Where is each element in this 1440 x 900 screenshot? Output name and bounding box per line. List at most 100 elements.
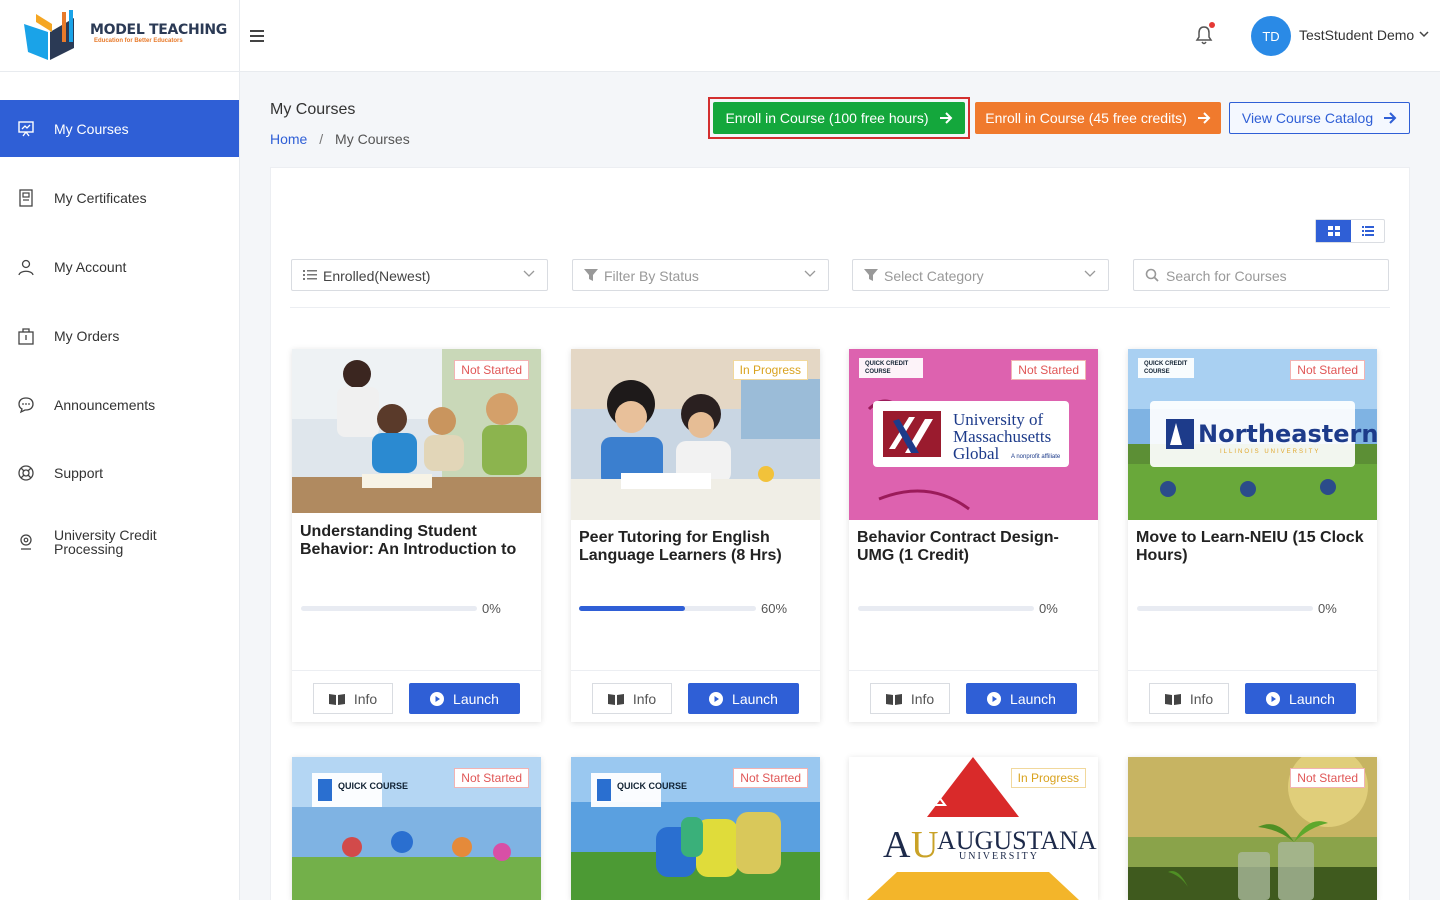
brand-logo[interactable]: MODEL TEACHING Education for Better Educ… bbox=[0, 0, 240, 72]
course-card[interactable]: University of Massachusetts Global A non… bbox=[849, 349, 1098, 722]
sidebar-item-university-credit-processing[interactable]: University Credit Processing bbox=[0, 513, 239, 570]
course-card[interactable]: QUICK COURSE Not Started bbox=[292, 757, 541, 900]
status-badge: In Progress bbox=[732, 360, 808, 380]
card-footer-divider bbox=[292, 670, 541, 671]
launch-button[interactable]: Launch bbox=[966, 683, 1077, 714]
grid-view-icon[interactable] bbox=[1316, 220, 1351, 242]
status-filter-select[interactable]: Filter By Status bbox=[572, 259, 829, 291]
course-thumbnail: QUICK COURSE Not Started bbox=[292, 757, 541, 900]
sidebar-item-label: Announcements bbox=[54, 396, 156, 413]
chat-bubble-icon bbox=[18, 396, 34, 413]
course-card[interactable]: Not Started bbox=[1128, 757, 1377, 900]
info-button[interactable]: Info bbox=[1149, 683, 1229, 714]
sidebar-item-announcements[interactable]: Announcements bbox=[0, 376, 239, 433]
status-badge: Not Started bbox=[733, 768, 808, 788]
notification-bell-icon[interactable] bbox=[1194, 22, 1215, 46]
search-placeholder: Search for Courses bbox=[1166, 268, 1287, 284]
info-button[interactable]: Info bbox=[313, 683, 393, 714]
quick-course-badge: QUICK COURSE bbox=[338, 781, 409, 791]
search-icon bbox=[1145, 268, 1159, 282]
launch-label: Launch bbox=[1010, 690, 1056, 707]
status-badge: Not Started bbox=[1011, 360, 1086, 380]
course-thumbnail: QUICK COURSE Not Started bbox=[571, 757, 820, 900]
play-circle-icon bbox=[430, 691, 445, 706]
info-button[interactable]: Info bbox=[870, 683, 950, 714]
breadcrumb-current: My Courses bbox=[335, 131, 410, 147]
play-circle-icon bbox=[1266, 691, 1281, 706]
list-view-icon[interactable] bbox=[1351, 220, 1385, 242]
breadcrumb-home-link[interactable]: Home bbox=[270, 131, 307, 147]
course-card[interactable]: Northeastern ILLINOIS UNIVERSITY QUICK C… bbox=[1128, 349, 1377, 722]
course-card[interactable]: A U AUGUSTANA UNIVERSITY In Progress bbox=[849, 757, 1098, 900]
sidebar-item-my-account[interactable]: My Account bbox=[0, 238, 239, 295]
launch-label: Launch bbox=[1289, 690, 1335, 707]
augustana-sub: UNIVERSITY bbox=[959, 851, 1039, 862]
progress-bar bbox=[579, 606, 756, 611]
view-toggle bbox=[1315, 219, 1385, 243]
launch-button[interactable]: Launch bbox=[1245, 683, 1356, 714]
info-button[interactable]: Info bbox=[592, 683, 672, 714]
brand-tagline: Education for Better Educators bbox=[94, 38, 183, 44]
catalog-label: View Course Catalog bbox=[1241, 110, 1374, 126]
course-thumbnail: A U AUGUSTANA UNIVERSITY In Progress bbox=[849, 757, 1098, 900]
orders-bag-icon bbox=[18, 327, 34, 345]
launch-button[interactable]: Launch bbox=[409, 683, 520, 714]
enroll-hours-label: Enroll in Course (100 free hours) bbox=[725, 110, 929, 126]
info-label: Info bbox=[910, 690, 935, 707]
chevron-down-icon bbox=[804, 270, 816, 277]
course-search-input[interactable]: Search for Courses bbox=[1133, 259, 1389, 291]
sidebar-item-label: Support bbox=[54, 464, 104, 481]
course-card[interactable]: Not Started Understanding Student Behavi… bbox=[292, 349, 541, 722]
course-thumbnail: University of Massachusetts Global A non… bbox=[849, 349, 1098, 520]
umg-line3: Global bbox=[953, 444, 1000, 463]
info-label: Info bbox=[353, 690, 378, 707]
view-course-catalog-button[interactable]: View Course Catalog bbox=[1229, 102, 1410, 134]
course-thumbnail: Not Started bbox=[292, 349, 541, 513]
course-card[interactable]: In Progress Peer Tutoring for English La… bbox=[571, 349, 820, 722]
quick-course-badge: QUICK COURSE bbox=[617, 781, 688, 791]
launch-label: Launch bbox=[732, 690, 778, 707]
user-avatar[interactable]: TD bbox=[1251, 16, 1291, 56]
course-thumbnail: Not Started bbox=[1128, 757, 1377, 900]
breadcrumb: Home / My Courses bbox=[270, 131, 410, 147]
sort-select[interactable]: Enrolled(Newest) bbox=[291, 259, 548, 291]
course-card[interactable]: QUICK COURSE Not Started bbox=[571, 757, 820, 900]
menu-toggle-icon[interactable] bbox=[250, 27, 268, 45]
status-badge: Not Started bbox=[454, 768, 529, 788]
progress-percent: 0% bbox=[1318, 601, 1337, 616]
sidebar-item-my-certificates[interactable]: My Certificates bbox=[0, 169, 239, 226]
category-filter-select[interactable]: Select Category bbox=[852, 259, 1109, 291]
progress-bar bbox=[301, 606, 477, 611]
enroll-free-credits-button[interactable]: Enroll in Course (45 free credits) bbox=[975, 102, 1221, 134]
play-circle-icon bbox=[987, 691, 1002, 706]
course-title: Move to Learn-NEIU (15 Clock Hours) bbox=[1136, 529, 1364, 564]
course-title: Peer Tutoring for English Language Learn… bbox=[579, 529, 782, 564]
info-label: Info bbox=[1189, 690, 1214, 707]
sidebar-item-my-orders[interactable]: My Orders bbox=[0, 307, 239, 364]
sidebar-item-support[interactable]: Support bbox=[0, 444, 239, 501]
open-book-icon bbox=[1164, 693, 1181, 705]
launch-label: Launch bbox=[453, 690, 499, 707]
page-title: My Courses bbox=[270, 101, 356, 118]
enroll-credits-label: Enroll in Course (45 free credits) bbox=[985, 110, 1187, 126]
arrow-right-icon bbox=[1197, 112, 1211, 124]
user-name[interactable]: TestStudent Demo bbox=[1299, 27, 1414, 43]
sidebar-item-my-courses[interactable]: My Courses bbox=[0, 100, 239, 157]
list-icon bbox=[303, 270, 317, 280]
progress-percent: 0% bbox=[482, 601, 501, 616]
chevron-down-icon[interactable] bbox=[1419, 30, 1429, 41]
enroll-free-hours-button[interactable]: Enroll in Course (100 free hours) bbox=[713, 102, 965, 134]
launch-button[interactable]: Launch bbox=[688, 683, 799, 714]
svg-text:U: U bbox=[911, 824, 938, 866]
filters-divider bbox=[290, 307, 1390, 308]
sidebar: My Courses My Certificates My Account My… bbox=[0, 72, 240, 900]
status-badge: Not Started bbox=[1290, 360, 1365, 380]
status-badge: Not Started bbox=[1290, 768, 1365, 788]
funnel-filter-icon bbox=[584, 269, 598, 281]
open-book-icon bbox=[885, 693, 902, 705]
certificate-icon bbox=[19, 188, 33, 207]
neiu-name: Northeastern bbox=[1198, 420, 1377, 448]
funnel-filter-icon bbox=[864, 269, 878, 281]
quick-credit-badge: QUICK CREDIT COURSE bbox=[1138, 358, 1194, 378]
status-filter-placeholder: Filter By Status bbox=[604, 268, 699, 284]
